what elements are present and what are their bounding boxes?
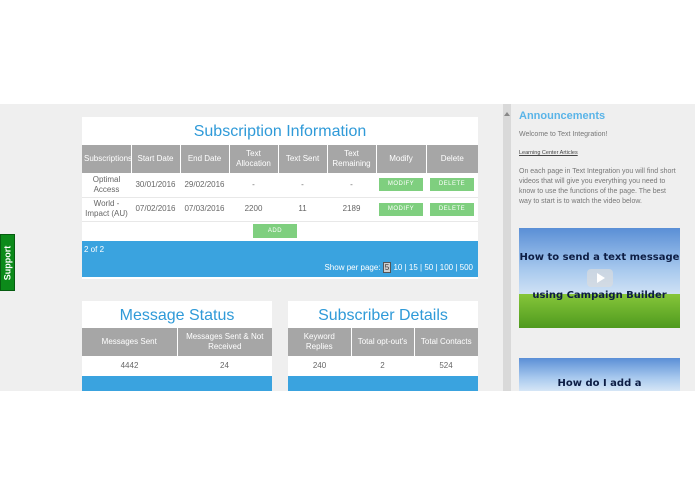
video-title-line1: How do I add a [557, 378, 642, 389]
message-status-bar [82, 376, 272, 391]
start-date: 07/02/2016 [131, 197, 180, 222]
delete-cell: DELETE [426, 197, 478, 222]
column-header: Text Sent [278, 145, 328, 173]
subscription-table: Subscriptions Start Date End Date Text A… [82, 145, 478, 222]
scrollbar[interactable] [503, 104, 511, 391]
add-button[interactable]: ADD [253, 224, 297, 238]
support-label: Support [2, 245, 13, 280]
subscriber-details-title: Subscriber Details [318, 307, 448, 324]
delete-cell: DELETE [426, 173, 478, 198]
announcement-body: On each page in Text Integration you wil… [519, 168, 676, 205]
modify-button[interactable]: MODIFY [379, 202, 423, 216]
show-per-page-label: Show per page: [324, 263, 381, 272]
keyword-replies-value: 240 [288, 356, 351, 377]
scroll-up-arrow-icon[interactable] [504, 112, 510, 116]
delete-button[interactable]: DELETE [430, 202, 474, 216]
welcome-text: Welcome to Text Integration! [519, 131, 608, 138]
column-header: Start Date [131, 145, 181, 173]
pager-bar: 2 of 2 Show per page: 5 10 | 15 | 50 | 1… [82, 241, 478, 277]
pager-count: 2 of 2 [84, 245, 105, 254]
support-tab[interactable]: Support [0, 234, 15, 291]
subscriber-details-card: Subscriber Details Keyword Replies Total… [288, 301, 478, 391]
subscription-name: Optimal Access [82, 173, 131, 198]
table-row: World - Impact (AU) 07/02/2016 07/03/201… [82, 197, 478, 222]
messages-not-received-value: 24 [177, 356, 272, 377]
page-size-option[interactable]: 50 [424, 263, 433, 272]
announcements-panel: Announcements Welcome to Text Integratio… [503, 104, 695, 391]
column-header: Messages Sent & Not Received [177, 328, 272, 356]
message-status-card: Message Status Messages Sent Messages Se… [82, 301, 272, 391]
page-size-option[interactable]: 100 [440, 263, 453, 272]
column-header: Total opt-out's [351, 328, 415, 356]
learning-center-link[interactable]: Learning Center Articles [519, 150, 578, 156]
modify-button[interactable]: MODIFY [379, 178, 423, 192]
text-allocation: - [229, 173, 278, 198]
message-status-title: Message Status [119, 307, 235, 324]
modify-cell: MODIFY [376, 173, 426, 198]
table-row: 4442 24 [82, 356, 272, 377]
column-header: Total Contacts [414, 328, 478, 356]
message-status-table: Messages Sent Messages Sent & Not Receiv… [82, 328, 272, 377]
video-title-line1: How to send a text message [519, 252, 680, 263]
app-area: Subscription Information Subscriptions S… [0, 104, 695, 391]
column-header: Delete [426, 145, 478, 173]
text-sent: - [278, 173, 327, 198]
announcements-title: Announcements [519, 110, 606, 122]
modify-cell: MODIFY [376, 197, 426, 222]
text-allocation: 2200 [229, 197, 278, 222]
video-thumbnail[interactable]: How do I add a [519, 358, 680, 391]
page-size-selector: Show per page: 5 10 | 15 | 50 | 100 | 50… [324, 262, 473, 273]
play-icon[interactable] [587, 269, 613, 287]
column-header: Text Remaining [327, 145, 377, 173]
subscription-card: Subscription Information Subscriptions S… [82, 117, 478, 279]
delete-button[interactable]: DELETE [430, 178, 474, 192]
column-header: Modify [376, 145, 427, 173]
page-size-option[interactable]: 10 [393, 263, 402, 272]
end-date: 29/02/2016 [180, 173, 229, 198]
column-header: Text Allocation [229, 145, 279, 173]
subscriber-details-table: Keyword Replies Total opt-out's Total Co… [288, 328, 478, 377]
page-size-option[interactable]: 500 [460, 263, 473, 272]
video-title-line2: using Campaign Builder [532, 290, 667, 301]
column-header: End Date [180, 145, 230, 173]
column-header: Keyword Replies [288, 328, 352, 356]
table-row: Optimal Access 30/01/2016 29/02/2016 - -… [82, 173, 478, 198]
subscription-name: World - Impact (AU) [82, 197, 131, 222]
total-contacts-value: 524 [414, 356, 478, 377]
text-remaining: - [327, 173, 376, 198]
messages-sent-value: 4442 [82, 356, 177, 377]
video-thumbnail[interactable]: How to send a text message using Campaig… [519, 228, 680, 328]
subscriber-details-bar [288, 376, 478, 391]
text-sent: 11 [278, 197, 327, 222]
end-date: 07/03/2016 [180, 197, 229, 222]
text-remaining: 2189 [327, 197, 376, 222]
table-row: 240 2 524 [288, 356, 478, 377]
opt-outs-value: 2 [351, 356, 414, 377]
column-header: Subscriptions [82, 145, 132, 173]
start-date: 30/01/2016 [131, 173, 180, 198]
subscription-title: Subscription Information [193, 123, 367, 140]
column-header: Messages Sent [82, 328, 178, 356]
page-size-option[interactable]: 15 [409, 263, 418, 272]
page-size-option-selected[interactable]: 5 [382, 262, 392, 273]
